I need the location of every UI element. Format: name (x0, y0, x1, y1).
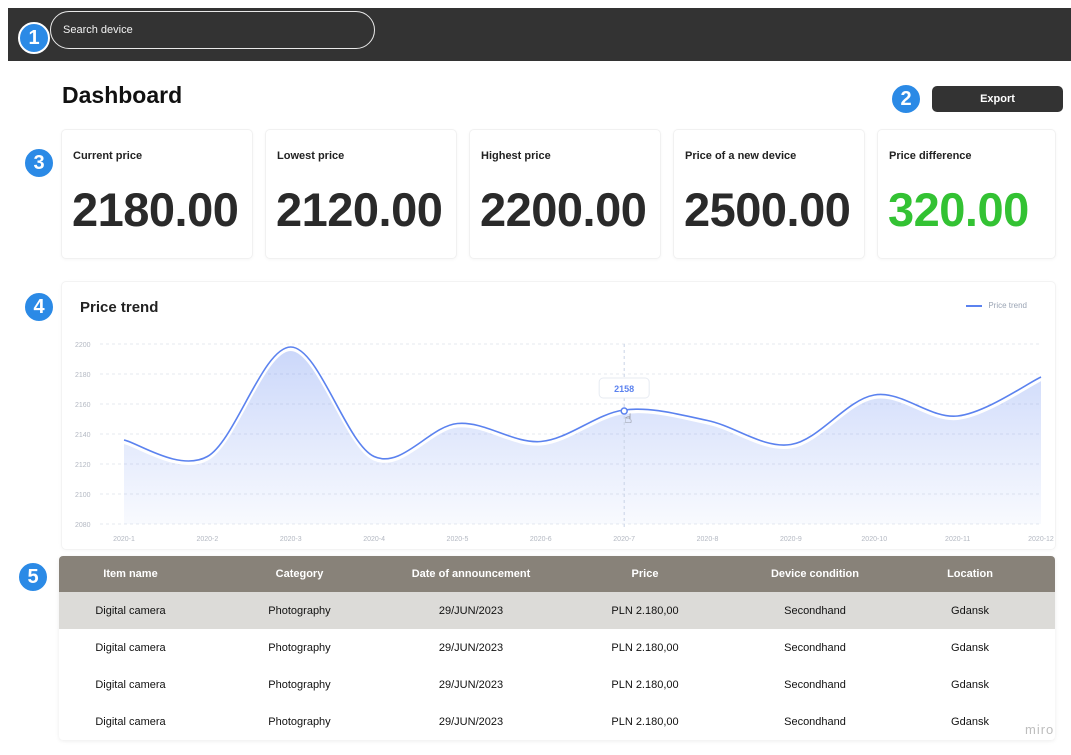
cell-category: Photography (268, 604, 331, 617)
stat-label: Lowest price (277, 150, 345, 162)
cell-location: Gdansk (951, 604, 989, 617)
stat-card-new-device-price: Price of a new device 2500.00 (674, 130, 864, 258)
column-header-location[interactable]: Location (885, 568, 1055, 580)
x-tick-label: 2020-6 (530, 536, 552, 543)
x-tick-label: 2020-3 (280, 536, 302, 543)
stat-label: Price difference (889, 150, 972, 162)
stat-label: Highest price (481, 150, 551, 162)
tooltip-value: 2158 (614, 384, 634, 394)
annotation-badge-5: 5 (17, 561, 49, 593)
miro-watermark: miro (1025, 722, 1055, 737)
x-tick-label: 2020-1 (113, 536, 135, 543)
column-header-item-name[interactable]: Item name (59, 568, 202, 580)
annotation-badge-3: 3 (23, 147, 55, 179)
column-header-category[interactable]: Category (202, 568, 397, 580)
x-tick-label: 2020-11 (945, 536, 970, 543)
stat-value: 2200.00 (480, 183, 647, 236)
price-trend-chart[interactable]: 2080 2100 2120 2140 2160 2180 2200 2020-1 2020-2… (62, 282, 1055, 549)
cell-price: PLN 2.180,00 (611, 678, 679, 691)
cell-item-name: Digital camera (95, 641, 166, 654)
stat-card-price-difference: Price difference 320.00 (878, 130, 1055, 258)
x-tick-label: 2020-2 (196, 536, 218, 543)
stat-card-current-price: Current price 2180.00 (62, 130, 252, 258)
cell-category: Photography (268, 641, 331, 654)
stat-value: 2500.00 (684, 183, 851, 236)
annotation-badge-1: 1 (18, 22, 50, 54)
table-row[interactable]: Digital camera Photography 29/JUN/2023 P… (59, 703, 1055, 740)
table-row[interactable]: Digital camera Photography 29/JUN/2023 P… (59, 666, 1055, 703)
x-tick-label: 2020-4 (363, 536, 385, 543)
stat-card-lowest-price: Lowest price 2120.00 (266, 130, 456, 258)
x-tick-label: 2020-9 (780, 536, 802, 543)
table-row[interactable]: Digital camera Photography 29/JUN/2023 P… (59, 629, 1055, 666)
cell-condition: Secondhand (784, 604, 846, 617)
y-tick-label: 2140 (75, 432, 91, 439)
stat-label: Current price (73, 150, 143, 162)
cell-condition: Secondhand (784, 715, 846, 728)
column-header-price[interactable]: Price (545, 568, 745, 580)
y-tick-label: 2120 (75, 462, 91, 469)
y-tick-label: 2160 (75, 402, 91, 409)
x-tick-label: 2020-8 (697, 536, 719, 543)
legend-label: Price trend (988, 301, 1027, 310)
column-header-condition[interactable]: Device condition (745, 568, 885, 580)
chart-legend[interactable]: Price trend (966, 301, 1027, 310)
cell-item-name: Digital camera (95, 678, 166, 691)
x-tick-label: 2020-10 (861, 536, 887, 543)
export-button[interactable]: Export (932, 86, 1063, 112)
stat-value-difference: 320.00 (888, 183, 1029, 236)
cell-price: PLN 2.180,00 (611, 715, 679, 728)
cell-date: 29/JUN/2023 (438, 641, 504, 654)
annotation-badge-4: 4 (23, 291, 55, 323)
y-tick-label: 2180 (75, 372, 91, 379)
column-header-date[interactable]: Date of announcement (397, 568, 545, 580)
stat-value: 2120.00 (276, 183, 443, 236)
annotation-badge-2: 2 (890, 83, 922, 115)
cell-price: PLN 2.180,00 (611, 641, 679, 654)
price-trend-panel: 2080 2100 2120 2140 2160 2180 2200 2020-1 2020-2… (62, 282, 1055, 549)
listings-table: Item name Category Date of announcement … (59, 556, 1055, 740)
cell-location: Gdansk (951, 641, 989, 654)
cell-category: Photography (268, 678, 331, 691)
y-tick-label: 2100 (75, 492, 91, 499)
cell-item-name: Digital camera (95, 604, 166, 617)
x-tick-label: 2020-12 (1028, 536, 1054, 543)
cell-condition: Secondhand (784, 678, 846, 691)
cell-price: PLN 2.180,00 (611, 604, 679, 617)
stat-label: Price of a new device (685, 150, 797, 162)
x-tick-label: 2020-7 (613, 536, 635, 543)
table-row[interactable]: Digital camera Photography 29/JUN/2023 P… (59, 592, 1055, 629)
legend-swatch (966, 304, 983, 307)
cell-location: Gdansk (951, 678, 989, 691)
page-title: Dashboard (62, 82, 183, 108)
y-tick-label: 2080 (75, 522, 91, 529)
cell-item-name: Digital camera (95, 715, 166, 728)
cell-date: 29/JUN/2023 (438, 715, 504, 728)
y-tick-label: 2200 (75, 342, 91, 349)
x-tick-label: 2020-5 (447, 536, 469, 543)
chart-title: Price trend (80, 299, 159, 316)
cell-date: 29/JUN/2023 (438, 678, 504, 691)
top-bar (8, 8, 1071, 61)
table-header: Item name Category Date of announcement … (59, 556, 1055, 592)
cell-condition: Secondhand (784, 641, 846, 654)
cell-category: Photography (268, 715, 331, 728)
stat-value: 2180.00 (72, 183, 239, 236)
cell-date: 29/JUN/2023 (438, 604, 504, 617)
search-input[interactable] (51, 12, 374, 48)
search-box[interactable] (50, 11, 375, 49)
stat-card-highest-price: Highest price 2200.00 (470, 130, 660, 258)
hand-cursor-icon: ☝ (624, 412, 632, 427)
